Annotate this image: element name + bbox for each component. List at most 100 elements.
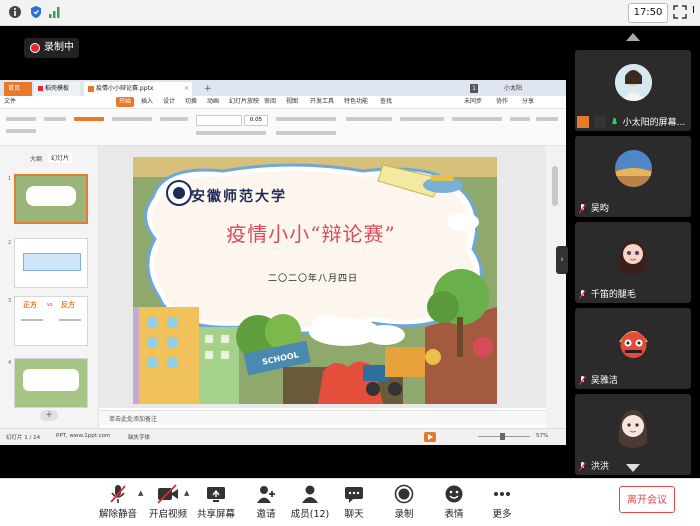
scroll-thumb[interactable]	[552, 166, 558, 206]
ribbon-shapes[interactable]	[346, 117, 392, 121]
shield-icon[interactable]	[29, 5, 43, 19]
menu-view[interactable]: 视图	[286, 97, 298, 107]
thumb3-left: 正方	[23, 301, 37, 309]
share-screen-button[interactable]: 共享屏幕	[188, 483, 244, 523]
participant-tile[interactable]: 吴昀	[575, 136, 691, 217]
menu-review[interactable]: 审阅	[264, 97, 276, 107]
menu-transition[interactable]: 切换	[185, 97, 197, 107]
menu-features[interactable]: 特色功能	[344, 97, 368, 107]
more-label: 更多	[492, 509, 512, 520]
menu-developer[interactable]: 开发工具	[310, 97, 334, 107]
ribbon-paragraph[interactable]	[276, 117, 336, 121]
menu-unsynced[interactable]: 未同步	[464, 97, 482, 107]
collapse-panel-handle[interactable]: ›	[556, 246, 568, 274]
thumb-number: 1	[8, 176, 12, 182]
panel-tab-outline[interactable]: 大纲	[30, 154, 42, 163]
ribbon-layout[interactable]	[160, 117, 188, 121]
menu-animation[interactable]: 动画	[207, 97, 219, 107]
menu-file[interactable]: 文件	[4, 97, 16, 107]
participant-name: 洪洪	[590, 462, 609, 472]
font-name-field[interactable]	[196, 115, 242, 126]
current-slide: 安徽师范大学 疫情小小“辩论赛” 二〇二〇年八月四日 SCHOOL	[133, 157, 497, 404]
recording-indicator[interactable]: 录制中	[24, 38, 79, 58]
ribbon-new-slide[interactable]	[112, 117, 152, 121]
tab-templates[interactable]: 稻壳模板	[34, 82, 80, 96]
user-name[interactable]: 小太阳	[500, 82, 526, 96]
mic-muted-icon	[579, 204, 586, 213]
person-icon	[577, 116, 589, 128]
pptx-icon	[88, 85, 94, 92]
ribbon-textbox[interactable]	[452, 117, 502, 121]
scroll-down-arrow-icon[interactable]	[626, 464, 640, 472]
menu-home[interactable]: 开始	[116, 97, 135, 107]
menu-design[interactable]: 设计	[163, 97, 175, 107]
badge-icon: 1	[470, 84, 478, 93]
tab-document[interactable]: 疫情小小辩论赛.pptx ×	[84, 82, 192, 96]
menu-search[interactable]: 查找	[380, 97, 392, 107]
meeting-toolbar: 解除静音 ▲ 开启视频 ▲ 共享屏幕 邀请 成员(12) 聊天 录制 表情 更多	[0, 478, 700, 526]
members-icon	[302, 485, 318, 503]
mic-muted-icon	[110, 485, 126, 503]
thumb3-vs: vs	[47, 302, 53, 308]
participant-name-row: 千笛的腿毛	[579, 287, 636, 300]
menu-insert[interactable]: 插入	[141, 97, 153, 107]
signal-icon	[49, 7, 60, 18]
tab-close-icon[interactable]: ×	[184, 82, 189, 96]
ribbon-find[interactable]	[510, 117, 530, 121]
slide-thumbnail-panel: 大纲 幻灯片 1 2 3 正方 vs 反方 4 +	[0, 146, 99, 428]
ribbon-copy[interactable]	[44, 117, 66, 121]
scroll-up-arrow-icon[interactable]	[626, 33, 640, 41]
record-button[interactable]: 录制	[376, 483, 432, 523]
participant-tile[interactable]: 洪洪	[575, 394, 691, 475]
thumb3-right: 反方	[61, 301, 75, 309]
new-tab-button[interactable]: +	[200, 82, 216, 96]
ribbon-cut[interactable]	[6, 129, 36, 133]
ribbon-paste[interactable]	[6, 117, 36, 121]
mic-muted-icon	[579, 290, 586, 299]
menu-collab[interactable]: 协作	[496, 97, 508, 107]
participant-tile[interactable]: 吴雅洁	[575, 308, 691, 389]
participant-tile[interactable]: 千笛的腿毛	[575, 222, 691, 303]
unmute-label: 解除静音	[98, 509, 137, 520]
ribbon-arrange[interactable]	[400, 117, 444, 121]
panel-tab-slides[interactable]: 幻灯片	[48, 152, 73, 163]
wps-ribbon: 0.05	[0, 109, 566, 146]
slide-thumb-3[interactable]: 正方 vs 反方	[14, 296, 88, 346]
menu-slideshow[interactable]: 幻灯片放映	[229, 97, 259, 107]
participant-tile[interactable]: 小太阳的屏幕...	[575, 50, 691, 131]
avatar	[613, 234, 653, 274]
add-slide-button[interactable]: +	[40, 410, 58, 421]
mic-muted-icon	[579, 462, 586, 471]
emoji-icon	[445, 485, 463, 503]
thumb4-card	[23, 369, 79, 391]
thumb1-card	[26, 186, 76, 206]
slide-thumb-4[interactable]	[14, 358, 88, 408]
slide-thumb-1[interactable]	[14, 174, 88, 224]
notes-area[interactable]: 单击此处添加备注	[99, 410, 546, 425]
share-screen-label: 共享屏幕	[196, 509, 235, 520]
status-missing-font[interactable]: 缺失字体	[128, 433, 150, 441]
leave-meeting-button[interactable]: 离开会议	[619, 486, 675, 513]
ribbon-font-styles[interactable]	[196, 131, 266, 135]
more-button[interactable]: 更多	[474, 483, 530, 523]
vertical-scrollbar[interactable]	[546, 146, 566, 428]
add-person-icon	[257, 486, 275, 503]
fullscreen-icon[interactable]	[673, 5, 687, 19]
screen-share-icon	[593, 116, 606, 128]
template-icon	[38, 86, 43, 91]
zoom-slider-thumb[interactable]	[500, 433, 505, 440]
font-size-field[interactable]: 0.05	[244, 115, 268, 126]
ribbon-replace[interactable]	[536, 117, 558, 121]
thumb-number: 4	[8, 360, 12, 366]
chat-button[interactable]: 聊天	[326, 483, 382, 523]
menu-share[interactable]: 分享	[522, 97, 534, 107]
slide-title: 疫情小小“辩论赛”	[226, 222, 396, 246]
ribbon-play-from-current[interactable]	[74, 117, 104, 121]
slide-thumb-2[interactable]	[14, 238, 88, 288]
record-label: 录制	[394, 509, 414, 520]
slideshow-play-icon[interactable]	[424, 432, 436, 442]
ribbon-align[interactable]	[276, 131, 336, 135]
tab-home[interactable]: 首页	[4, 82, 32, 96]
wps-tab-bar: 首页 稻壳模板 疫情小小辩论赛.pptx × + 1 小太阳	[0, 80, 566, 96]
info-icon[interactable]	[8, 5, 22, 19]
